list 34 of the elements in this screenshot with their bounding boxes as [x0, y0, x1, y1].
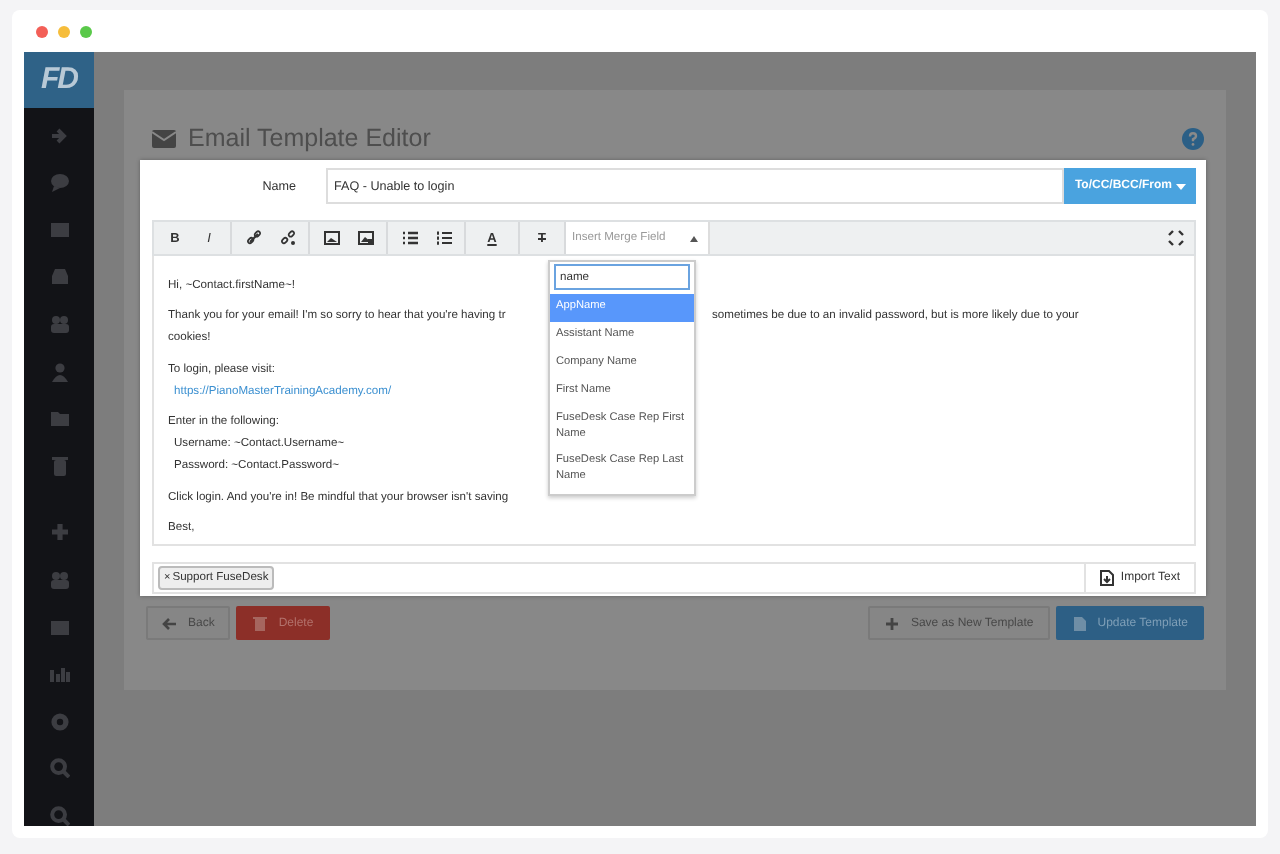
- folder-icon[interactable]: [49, 408, 69, 429]
- fullscreen-icon[interactable]: [1168, 230, 1184, 246]
- people-icon[interactable]: [49, 314, 69, 335]
- trash-icon[interactable]: [49, 455, 69, 476]
- caret-icon: [1176, 183, 1186, 189]
- inbox-icon[interactable]: [49, 266, 69, 287]
- search-icon[interactable]: [49, 758, 69, 779]
- plus-icon: [884, 615, 901, 631]
- file-icon: [1071, 615, 1088, 631]
- card-icon[interactable]: [49, 617, 69, 638]
- file-import-icon: [1100, 570, 1115, 586]
- arrow-icon: [162, 615, 178, 631]
- maximize-dot[interactable]: [80, 25, 92, 37]
- people-icon[interactable]: [49, 570, 69, 591]
- logo[interactable]: FD: [41, 62, 77, 97]
- unlink-icon[interactable]: [279, 230, 295, 246]
- help-icon[interactable]: [1182, 127, 1204, 149]
- link-icon[interactable]: [245, 230, 261, 246]
- plus-icon[interactable]: [49, 522, 69, 543]
- image-icon[interactable]: [323, 230, 339, 246]
- arrow-icon[interactable]: [49, 125, 69, 146]
- numbered-list-icon[interactable]: [435, 230, 451, 246]
- image-icon[interactable]: [357, 230, 373, 246]
- caret-icon: [690, 235, 698, 241]
- search-icon[interactable]: [49, 806, 69, 826]
- gear-icon[interactable]: [49, 711, 69, 732]
- person-icon[interactable]: [49, 361, 69, 382]
- close-dot[interactable]: [36, 25, 48, 37]
- page-title: Email Template Editor: [188, 124, 433, 152]
- minimize-dot[interactable]: [58, 25, 70, 37]
- bulleted-list-icon[interactable]: [401, 230, 417, 246]
- chat-icon[interactable]: [49, 172, 69, 193]
- trash-icon: [252, 615, 269, 631]
- bar-chart-icon[interactable]: [49, 664, 69, 685]
